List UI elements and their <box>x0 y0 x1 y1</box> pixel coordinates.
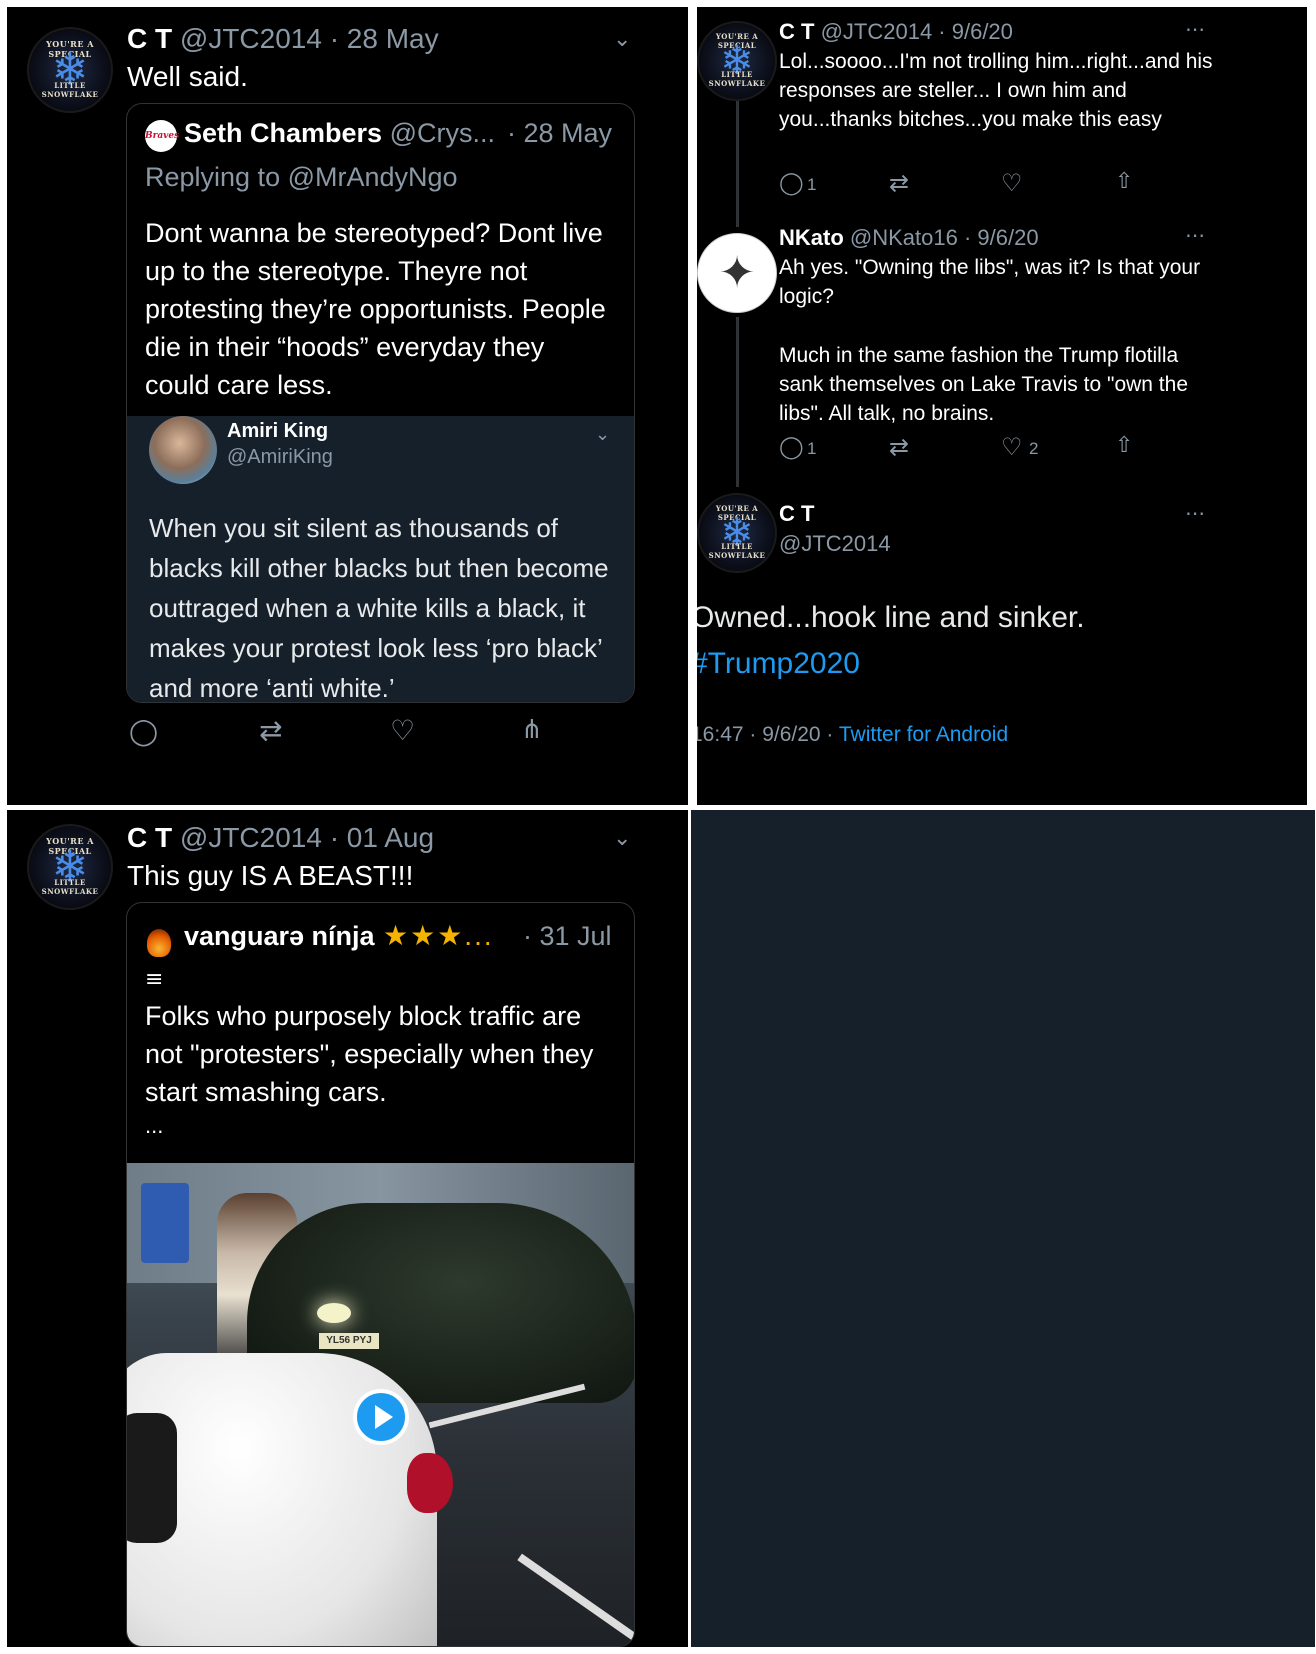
embedded-handle: @AmiriKing <box>227 446 333 468</box>
fire-avatar-icon <box>147 929 171 957</box>
quote-header: Seth Chambers @Crys... <box>184 118 495 149</box>
thread-connector <box>736 317 739 487</box>
thread-connector <box>736 97 739 227</box>
tweet-header: NKato @NKato16 · 9/6/20 <box>779 225 1039 251</box>
video-thumbnail[interactable]: YL56 PYJ <box>127 1163 634 1646</box>
embedded-screenshot: Amiri King @AmiriKing ⌄ When you sit sil… <box>127 416 634 703</box>
avatar-bottom-text: LITTLE SNOWFLAKE <box>41 878 99 896</box>
author-handle-date[interactable]: @JTC2014 · 28 May <box>180 23 439 54</box>
retweet-icon[interactable]: ⇄ <box>889 171 909 195</box>
reply-icon[interactable]: ◯ <box>779 173 804 195</box>
rating-stars: ★★★... <box>383 920 494 951</box>
avatar-bottom-text: LITTLE SNOWFLAKE <box>41 81 99 99</box>
like-icon[interactable]: ♡ <box>1001 171 1023 195</box>
like-count: 2 <box>1029 439 1039 458</box>
road-marking <box>517 1553 634 1641</box>
author-avatar[interactable]: YOU'RE A SPECIAL ❄ LITTLE SNOWFLAKE <box>697 21 777 101</box>
time-date: 16:47 · 9/6/20 · <box>697 723 839 746</box>
panel-tweet-beast: YOU'RE A SPECIAL ❄ LITTLE SNOWFLAKE C T … <box>7 810 688 1647</box>
more-icon[interactable]: ⋯ <box>1185 225 1205 245</box>
avatar-bottom-text: LITTLE SNOWFLAKE <box>708 542 766 560</box>
reply-icon[interactable]: ◯ <box>129 719 158 745</box>
share-icon[interactable]: ⇧ <box>1115 171 1133 193</box>
like-icon[interactable]: ♡ <box>1001 435 1023 459</box>
author-name[interactable]: C T <box>127 23 172 54</box>
hashtag-trump2020[interactable]: #Trump2020 <box>697 647 860 681</box>
white-car-window <box>127 1413 177 1543</box>
braves-logo: Braves <box>145 131 180 141</box>
wheelie-bin <box>141 1183 189 1263</box>
author-name[interactable]: C T <box>127 822 172 853</box>
license-plate: YL56 PYJ <box>319 1333 379 1349</box>
chevron-down-icon[interactable]: ⌄ <box>613 828 631 850</box>
panel-tweet-rally <box>691 810 1315 1647</box>
tweet-header: C T @JTC2014 · 01 Aug <box>127 822 434 854</box>
embedded-name: Amiri King <box>227 420 329 442</box>
car-headlight <box>317 1303 351 1323</box>
tweet-text-2: Much in the same fashion the Trump floti… <box>779 344 1188 425</box>
author-name[interactable]: C T <box>779 501 814 527</box>
author-avatar[interactable]: YOU'RE A SPECIAL ❄ LITTLE SNOWFLAKE <box>27 824 113 910</box>
menu-icon: ≡ <box>145 967 164 992</box>
tweet-text-1: Ah yes. "Owning the libs", was it? Is th… <box>779 256 1201 308</box>
play-icon <box>375 1405 393 1429</box>
avatar-bottom-text: LITTLE SNOWFLAKE <box>708 70 766 88</box>
author-handle-date[interactable]: @JTC2014 · 01 Aug <box>180 822 434 853</box>
author-handle[interactable]: @JTC2014 <box>779 531 891 557</box>
play-button[interactable] <box>353 1389 409 1445</box>
share-icon[interactable]: ⇧ <box>1115 435 1133 457</box>
nkato-avatar[interactable]: ✦ <box>697 233 777 313</box>
tweet-text: Owned...hook line and sinker. <box>697 601 1085 634</box>
quote-text: Folks who purposely block traffic are no… <box>145 1001 594 1107</box>
more-icon[interactable]: ⋯ <box>1185 503 1205 523</box>
retweet-icon[interactable]: ⇄ <box>889 435 909 459</box>
handle-date[interactable]: @NKato16 · 9/6/20 <box>850 225 1039 250</box>
quote-author-name: Seth Chambers <box>184 118 383 148</box>
chevron-down-icon[interactable]: ⌄ <box>613 29 631 51</box>
handle-date[interactable]: @JTC2014 · 9/6/20 <box>821 19 1013 44</box>
tweet-text: Well said. <box>127 61 248 92</box>
author-name[interactable]: C T <box>779 19 814 44</box>
quoted-tweet[interactable]: vanguarə nínja ★★★... · 31 Jul ≡ Folks w… <box>126 902 635 1647</box>
tweet-text: This guy IS A BEAST!!! <box>127 860 414 891</box>
tweet-timestamp: 16:47 · 9/6/20 · Twitter for Android <box>697 723 1008 747</box>
tweet-text: Lol...soooo...I'm not trolling him...rig… <box>779 50 1213 131</box>
replying-to: Replying to @MrAndyNgo <box>145 162 458 192</box>
reply-count: 1 <box>807 439 817 458</box>
quote-author-handle: @Crys... <box>389 118 495 148</box>
tail-light <box>407 1453 453 1513</box>
quote-more: ... <box>145 1113 164 1138</box>
quote-text: Dont wanna be stereotyped? Dont live up … <box>145 218 606 400</box>
quote-date: · 28 May <box>507 118 613 148</box>
quote-author-avatar: Braves <box>145 120 180 152</box>
source-link[interactable]: Twitter for Android <box>839 723 1008 746</box>
reply-icon[interactable]: ◯ <box>779 437 804 459</box>
author-name[interactable]: NKato <box>779 225 844 250</box>
quoted-tweet[interactable]: Braves Seth Chambers @Crys... · 28 May R… <box>126 103 635 703</box>
author-avatar[interactable]: YOU'RE A SPECIAL ❄ LITTLE SNOWFLAKE <box>27 27 113 113</box>
panel-thread-owned: YOU'RE A SPECIAL ❄ LITTLE SNOWFLAKE C T … <box>697 7 1307 805</box>
embedded-avatar <box>149 416 217 484</box>
more-icon[interactable]: ⋯ <box>1185 19 1205 39</box>
author-avatar[interactable]: YOU'RE A SPECIAL ❄ LITTLE SNOWFLAKE <box>697 493 777 573</box>
chevron-down-icon: ⌄ <box>595 424 611 445</box>
tweet-header: C T @JTC2014 · 9/6/20 <box>779 19 1013 45</box>
tweet-header: C T @JTC2014 · 28 May <box>127 23 439 55</box>
share-icon[interactable]: ⋔ <box>521 717 543 743</box>
like-icon[interactable]: ♡ <box>390 717 415 745</box>
embedded-text: When you sit silent as thousands of blac… <box>149 513 609 703</box>
dragon-sketch-icon: ✦ <box>718 247 756 299</box>
quote-date: · 31 Jul <box>523 921 612 951</box>
quote-author-name: vanguarə nínja <box>184 921 375 951</box>
reply-count: 1 <box>807 175 817 194</box>
retweet-icon[interactable]: ⇄ <box>259 717 282 745</box>
panel-tweet-well-said: YOU'RE A SPECIAL ❄ LITTLE SNOWFLAKE C T … <box>7 7 688 805</box>
